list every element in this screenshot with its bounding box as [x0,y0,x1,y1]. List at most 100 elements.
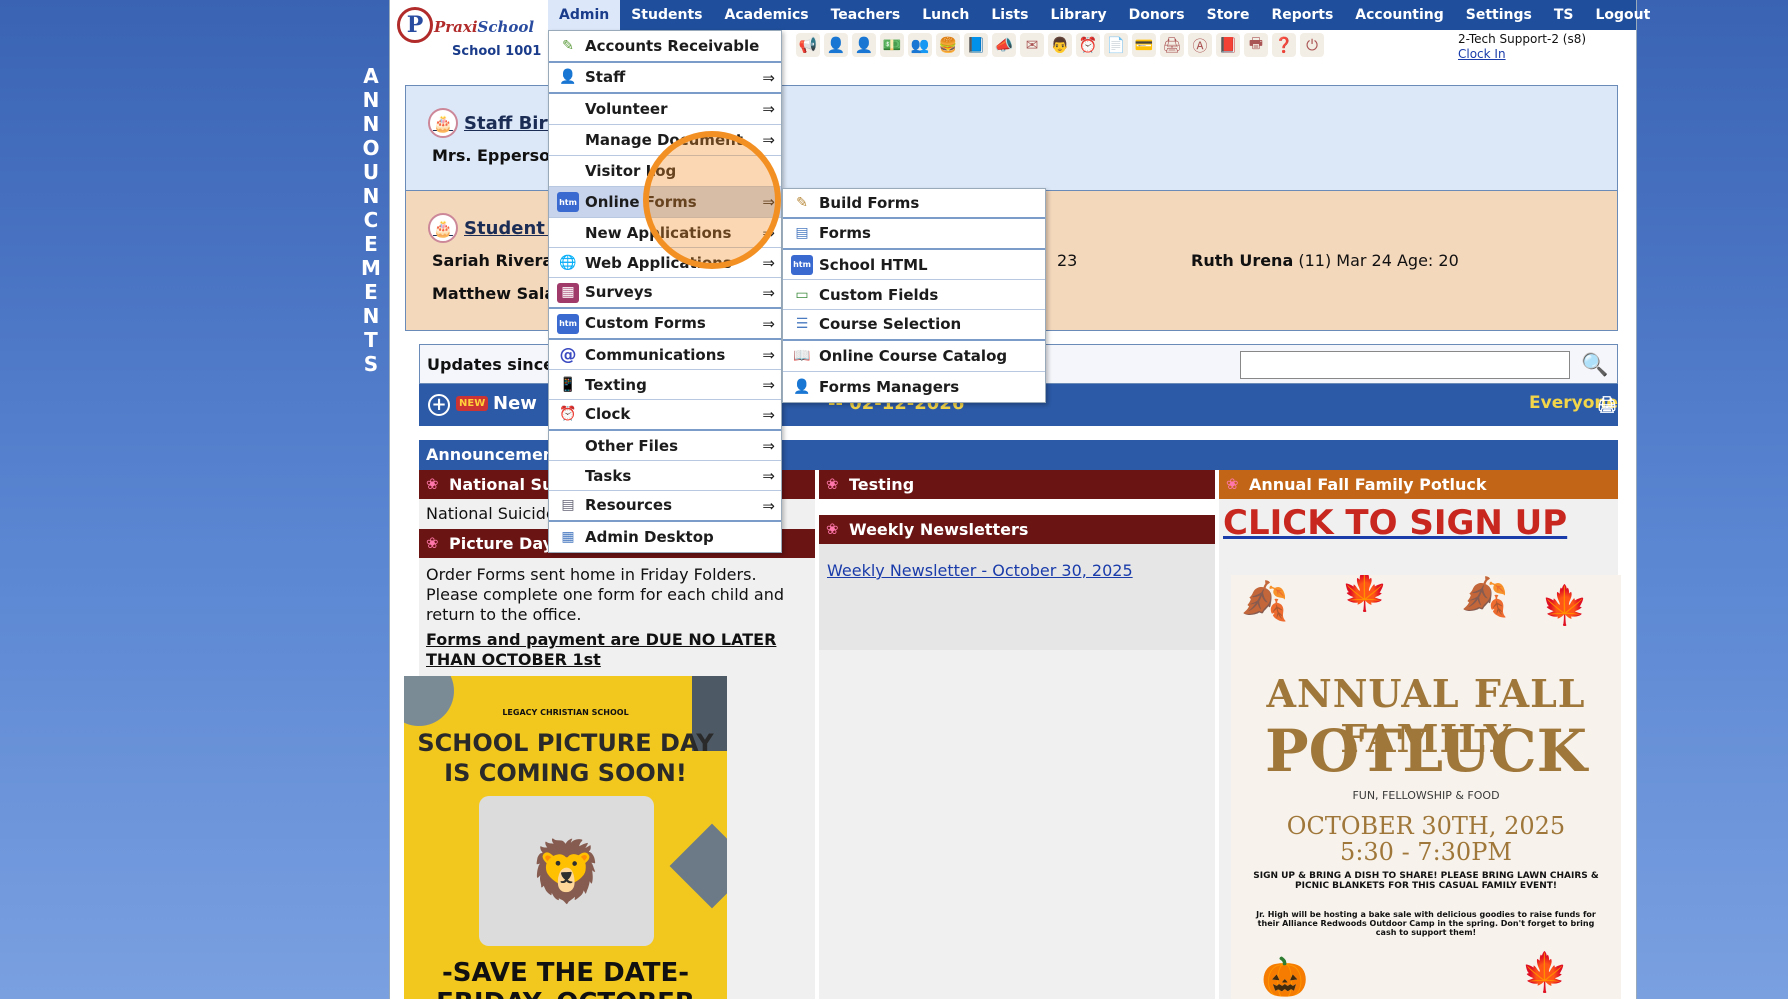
html-icon: htm [791,254,813,275]
survey-icon: ▦ [557,282,579,303]
logo-mark: P [397,7,433,43]
add-icon[interactable]: + [428,394,450,416]
menu-item-online-forms[interactable]: htm Online Forms ⇒ [549,187,781,218]
new-badge: NEW [456,396,489,411]
teacher-icon[interactable]: 👨 [1048,33,1072,57]
leaf-icon: 🍁 [1521,950,1569,994]
announcement-heading[interactable]: Annual Fall Family Potluck [1219,470,1618,499]
print-icon[interactable]: 🖶 [1244,33,1268,57]
receivable-icon[interactable]: 💵 [880,33,904,57]
picture-day-poster: LEGACY CHRISTIAN SCHOOL SCHOOL PICTURE D… [404,676,727,999]
menu-item-accounts-receivable[interactable]: ✎ Accounts Receivable [549,31,781,63]
catalog-icon: 📖 [793,347,811,364]
nav-lists[interactable]: Lists [980,0,1039,30]
people-icon[interactable]: 👥 [908,33,932,57]
menu-item-custom-fields[interactable]: ▭ Custom Fields [783,280,1045,310]
search-icon[interactable]: 🔍 [1578,349,1612,381]
poster-datetime: OCTOBER 30TH, 2025 5:30 - 7:30PM [1286,812,1566,866]
clock-in-link[interactable]: Clock In [1458,47,1586,62]
menu-item-other-files[interactable]: Other Files ⇒ [549,431,781,461]
announce-icon[interactable]: 📢 [796,33,820,57]
nav-library[interactable]: Library [1039,0,1117,30]
announcement-deadline: Forms and payment are DUE NO LATER THAN … [426,630,777,669]
nav-donors[interactable]: Donors [1118,0,1196,30]
menu-item-forms[interactable]: ▤ Forms [783,219,1045,250]
lunch-icon[interactable]: 🍔 [936,33,960,57]
nav-lunch[interactable]: Lunch [911,0,980,30]
menu-item-surveys[interactable]: ▦ Surveys ⇒ [549,278,781,309]
html-icon: htm [557,192,579,212]
menu-item-custom-forms[interactable]: htm Custom Forms ⇒ [549,309,781,340]
student-birthday-entry: 23 [1057,251,1078,270]
list-icon: ☰ [795,316,809,332]
quick-toolbar: 📢 👤 👤 💵 👥 🍔 📘 📣 ✉ 👨 ⏰ 📄 💳 🖨 Ⓐ 📕 🖶 ❓ ⏻ [796,33,1324,57]
menu-item-forms-managers[interactable]: 👤 Forms Managers [783,372,1045,402]
nav-logout[interactable]: Logout [1585,0,1662,30]
nav-teachers[interactable]: Teachers [820,0,912,30]
ap-icon[interactable]: Ⓐ [1188,33,1212,57]
megaphone-icon[interactable]: 📣 [992,33,1016,57]
menu-item-manage-document[interactable]: Manage Document ⇒ [549,125,781,156]
menu-item-staff[interactable]: 👤 Staff ⇒ [549,63,781,94]
menu-item-clock[interactable]: ⏰ Clock ⇒ [549,400,781,431]
menu-item-online-course-catalog[interactable]: 📖 Online Course Catalog [783,341,1045,372]
nav-academics[interactable]: Academics [713,0,819,30]
nav-settings[interactable]: Settings [1455,0,1543,30]
poster-title: SCHOOL PICTURE DAY IS COMING SOON! [417,729,714,787]
menu-item-tasks[interactable]: Tasks ⇒ [549,461,781,491]
menu-item-communications[interactable]: @ Communications ⇒ [549,340,781,370]
printer-icon[interactable]: 🖨 [1597,395,1617,414]
menu-item-web-applications[interactable]: 🌐 Web Applications ⇒ [549,248,781,278]
notes-icon[interactable]: 📄 [1104,33,1128,57]
forms-icon: ▤ [795,225,809,241]
menu-item-texting[interactable]: 📱 Texting ⇒ [549,370,781,400]
menu-item-resources[interactable]: ▤ Resources ⇒ [549,491,781,522]
nav-admin[interactable]: Admin [548,0,621,30]
newsletter-link[interactable]: Weekly Newsletter - October 30, 2025 [827,561,1133,580]
nav-store[interactable]: Store [1196,0,1261,30]
managers-icon: 👤 [793,379,811,395]
announcement-text: Order Forms sent home in Friday Folders.… [426,565,785,624]
search-input[interactable] [1240,351,1570,379]
user-box: 2-Tech Support-2 (s8) Clock In [1458,32,1586,62]
leaf-icon: 🍁 [1341,575,1389,613]
clock-icon[interactable]: ⏰ [1076,33,1100,57]
praxischool-logo[interactable]: P PraxiSchool School 1001 [390,0,548,64]
menu-item-volunteer[interactable]: Volunteer ⇒ [549,94,781,125]
staff-icon[interactable]: 👤 [824,33,848,57]
menu-item-new-applications[interactable]: New Applications ⇒ [549,218,781,248]
announcement-heading[interactable]: Testing [819,470,1215,499]
printer-icon[interactable]: 🖨 [1160,33,1184,57]
nav-students[interactable]: Students [620,0,713,30]
menu-item-admin-desktop[interactable]: ▦ Admin Desktop [549,522,781,552]
power-icon[interactable]: ⏻ [1300,33,1324,57]
help-icon[interactable]: ❓ [1272,33,1296,57]
leaf-icon: 🍂 [1241,579,1289,623]
phone-icon: 📱 [559,376,577,393]
pdf-icon[interactable]: 📕 [1216,33,1240,57]
sign-up-link[interactable]: CLICK TO SIGN UP [1223,503,1567,543]
student-birthdays-title[interactable]: 🎂 Student B [428,213,565,243]
book-icon[interactable]: 📘 [964,33,988,57]
nav-ts[interactable]: TS [1543,0,1585,30]
staff2-icon[interactable]: 👤 [852,33,876,57]
poster-tagline: FUN, FELLOWSHIP & FOOD [1352,789,1500,802]
top-nav: Admin Students Academics Teachers Lunch … [548,0,1650,30]
menu-item-visitor-log[interactable]: Visitor Log [549,156,781,187]
menu-item-course-selection[interactable]: ☰ Course Selection [783,310,1045,341]
menu-item-school-html[interactable]: htm School HTML [783,250,1045,280]
announcement-heading[interactable]: Weekly Newsletters [819,515,1215,544]
nav-reports[interactable]: Reports [1260,0,1344,30]
menu-item-build-forms[interactable]: ✎ Build Forms [783,189,1045,219]
nav-accounting[interactable]: Accounting [1344,0,1454,30]
student-birthday-entry: Sariah Rivera [432,251,554,270]
staff-birthdays-title[interactable]: 🎂 Staff Birt [428,108,556,138]
at-icon: @ [559,344,577,365]
cake-icon: 🎂 [428,213,458,243]
new-label[interactable]: New [493,393,537,414]
admin-dropdown-menu: ✎ Accounts Receivable 👤 Staff ⇒ Volunteer ⇒ … [548,30,782,553]
leaf-icon: 🍁 [1541,583,1589,627]
mail-icon[interactable]: ✉ [1020,33,1044,57]
leaf-icon: 🎃 [1261,955,1309,999]
id-card-icon[interactable]: 💳 [1132,33,1156,57]
